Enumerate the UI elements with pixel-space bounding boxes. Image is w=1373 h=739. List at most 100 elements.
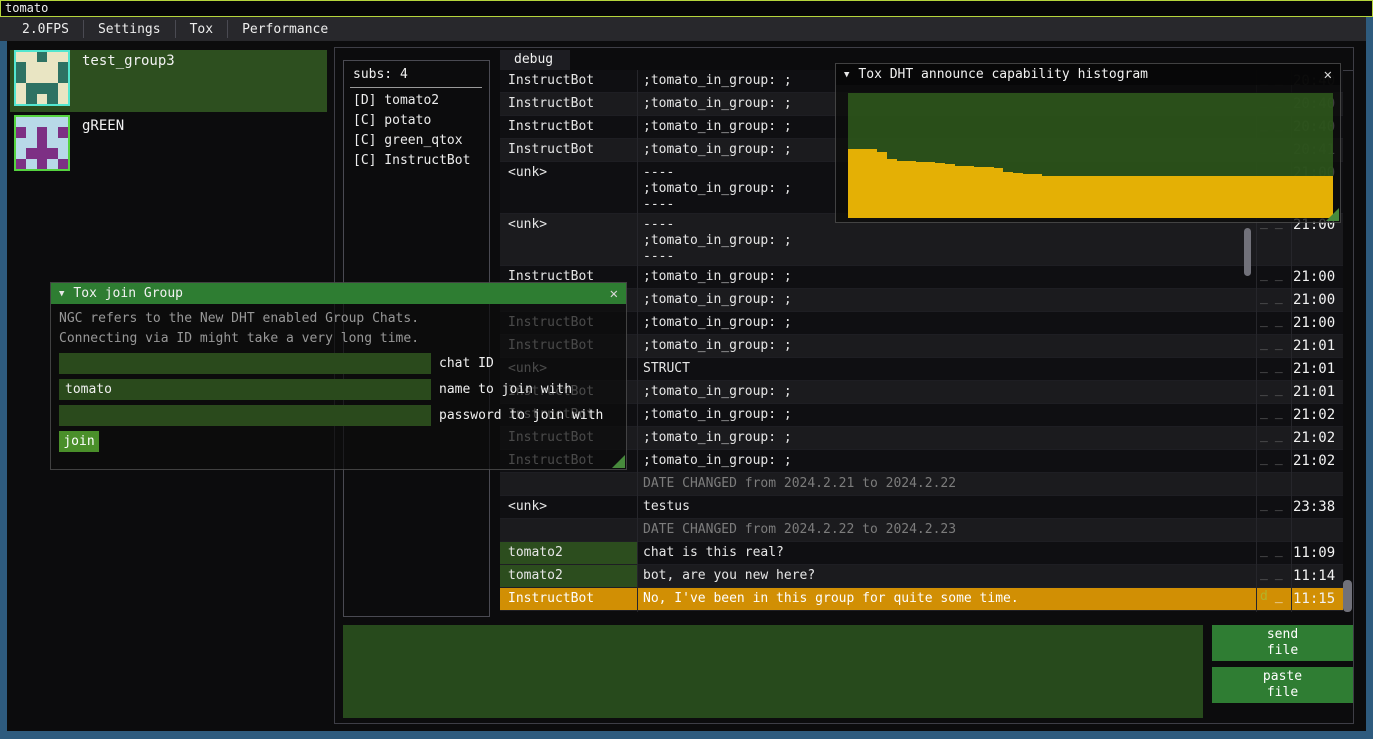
close-icon[interactable]: ✕: [1324, 67, 1332, 83]
histogram-bar: [1071, 176, 1081, 219]
message-text: DATE CHANGED from 2024.2.22 to 2024.2.23: [643, 522, 1251, 538]
message-sender: tomato2: [508, 568, 563, 583]
message-time: 21:02: [1293, 430, 1335, 446]
menu-item-2-0fps[interactable]: 2.0FPS: [8, 17, 83, 41]
join-group-window-titlebar[interactable]: ▼ Tox join Group ✕: [51, 283, 626, 304]
column-separator: [637, 70, 638, 612]
histogram-bar: [1188, 176, 1198, 219]
message-time: 11:09: [1293, 545, 1335, 561]
message-sender: <unk>: [508, 217, 547, 232]
member-item[interactable]: [D] tomato2: [353, 93, 439, 113]
histogram-bar: [867, 149, 877, 218]
subs-count: subs: 4: [353, 67, 408, 82]
message-status: d_: [1260, 589, 1290, 604]
send-file-label-1: send: [1267, 627, 1298, 643]
dht-histogram-window-title: Tox DHT announce capability histogram: [858, 67, 1148, 82]
histogram-bar: [1081, 176, 1091, 219]
histogram-bar: [897, 161, 907, 219]
message-time: 21:02: [1293, 407, 1335, 423]
dht-histogram-window-titlebar[interactable]: ▼ Tox DHT announce capability histogram …: [836, 64, 1340, 85]
message-status: __: [1260, 336, 1290, 351]
group-avatar: [14, 115, 70, 171]
password-input[interactable]: [59, 405, 431, 426]
message-row[interactable]: DATE CHANGED from 2024.2.21 to 2024.2.22: [500, 473, 1343, 496]
histogram-bar: [1061, 176, 1071, 219]
message-status: __: [1260, 382, 1290, 397]
join-button[interactable]: join: [59, 431, 99, 452]
window-titlebar[interactable]: tomato: [0, 0, 1373, 17]
resize-grip[interactable]: [612, 455, 625, 468]
menu-bar: 2.0FPSSettingsToxPerformance: [0, 17, 1366, 41]
name-label: name to join with: [439, 379, 572, 400]
message-status: __: [1260, 313, 1290, 328]
name-input[interactable]: tomato: [59, 379, 431, 400]
message-row[interactable]: InstructBotNo, I've been in this group f…: [500, 588, 1343, 611]
histogram-bar: [994, 168, 1004, 218]
histogram-bar: [1246, 176, 1256, 219]
tab-debug[interactable]: debug: [500, 50, 570, 70]
message-status: __: [1260, 497, 1290, 512]
collapse-arrow-icon[interactable]: ▼: [59, 289, 64, 299]
histogram-bar: [1294, 176, 1304, 219]
group-name: gREEN: [82, 118, 124, 134]
collapse-arrow-icon[interactable]: ▼: [844, 70, 849, 80]
dht-histogram-window: ▼ Tox DHT announce capability histogram …: [835, 63, 1341, 223]
message-text: ;tomato_in_group: ;: [643, 269, 1251, 285]
member-item[interactable]: [C] InstructBot: [353, 153, 470, 173]
histogram-bar: [935, 163, 945, 218]
message-row[interactable]: <unk>testus__23:38: [500, 496, 1343, 519]
histogram-bar: [1314, 176, 1324, 219]
message-status: __: [1260, 543, 1290, 558]
message-row[interactable]: tomato2chat is this real?__11:09: [500, 542, 1343, 565]
histogram-bar: [1120, 176, 1130, 219]
group-avatar: [14, 50, 70, 106]
group-item-test_group3[interactable]: test_group3: [10, 50, 327, 112]
chat-id-input[interactable]: [59, 353, 431, 374]
chat-scrollbar-thumb[interactable]: [1343, 580, 1352, 612]
messages-scrollbar-thumb[interactable]: [1244, 228, 1251, 276]
histogram-bar: [1003, 172, 1013, 218]
message-row[interactable]: tomato2bot, are you new here?__11:14: [500, 565, 1343, 588]
message-text: ;tomato_in_group: ;: [643, 430, 1251, 446]
window-title: tomato: [5, 1, 48, 15]
message-status: __: [1260, 359, 1290, 374]
histogram-bar: [1304, 176, 1314, 219]
menu-item-performance[interactable]: Performance: [228, 17, 342, 41]
member-item[interactable]: [C] potato: [353, 113, 431, 133]
menu-item-settings[interactable]: Settings: [84, 17, 175, 41]
message-status: __: [1260, 428, 1290, 443]
message-status: __: [1260, 290, 1290, 305]
message-sender: InstructBot: [508, 591, 594, 606]
menu-item-tox[interactable]: Tox: [176, 17, 227, 41]
histogram-bar: [1032, 174, 1042, 218]
password-label: password to join with: [439, 405, 603, 426]
dht-histogram-plot: [848, 93, 1333, 218]
histogram-bar: [1178, 176, 1188, 219]
histogram-bar: [1013, 173, 1023, 218]
resize-grip[interactable]: [1326, 208, 1339, 221]
histogram-bar: [916, 162, 926, 218]
message-time: 21:00: [1293, 269, 1335, 285]
message-time: 11:15: [1293, 591, 1335, 607]
histogram-bar: [1149, 176, 1159, 219]
send-file-button[interactable]: send file: [1212, 625, 1353, 661]
paste-file-label-1: paste: [1263, 669, 1302, 685]
message-time: 21:02: [1293, 453, 1335, 469]
histogram-bar: [1236, 176, 1246, 219]
join-description-line2: Connecting via ID might take a very long…: [59, 331, 419, 346]
histogram-bar: [1159, 176, 1169, 219]
message-row[interactable]: DATE CHANGED from 2024.2.22 to 2024.2.23: [500, 519, 1343, 542]
histogram-bar: [945, 164, 955, 218]
message-time: 21:01: [1293, 338, 1335, 354]
message-text: DATE CHANGED from 2024.2.21 to 2024.2.22: [643, 476, 1251, 492]
message-input[interactable]: [343, 625, 1203, 718]
window-frame-left: [0, 41, 7, 739]
close-icon[interactable]: ✕: [610, 286, 618, 302]
histogram-bar: [1042, 176, 1052, 219]
message-time: 21:00: [1293, 292, 1335, 308]
histogram-bar: [1226, 176, 1236, 219]
group-item-green[interactable]: gREEN: [10, 115, 327, 177]
paste-file-button[interactable]: paste file: [1212, 667, 1353, 703]
member-item[interactable]: [C] green_qtox: [353, 133, 463, 153]
paste-file-label-2: file: [1267, 685, 1298, 701]
